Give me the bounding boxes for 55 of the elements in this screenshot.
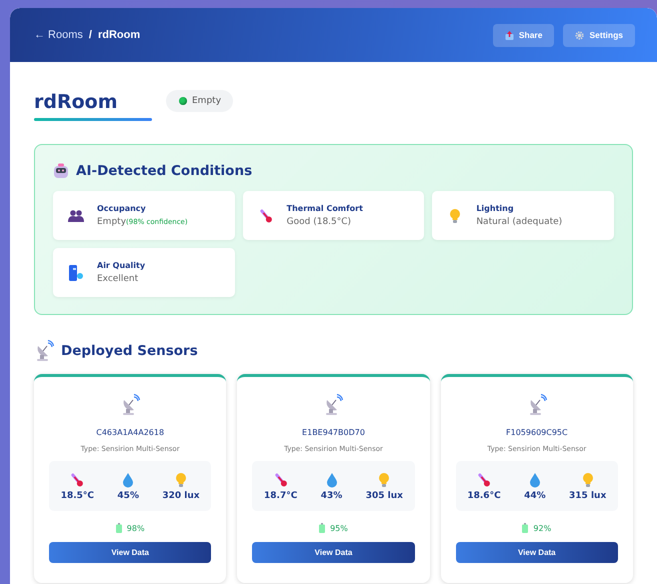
battery-icon xyxy=(116,523,122,533)
temperature-reading: 18.7°C xyxy=(264,490,298,500)
water-drop-icon xyxy=(122,472,134,488)
people-icon xyxy=(68,210,84,222)
thermometer-icon xyxy=(477,472,492,488)
lightbulb-icon xyxy=(174,472,187,488)
sensor-id: C463A1A4A2618 xyxy=(96,428,164,437)
lightbulb-icon xyxy=(378,472,390,488)
satellite-dish-icon xyxy=(323,394,344,416)
battery-icon xyxy=(319,523,326,533)
thermometer-icon xyxy=(70,472,84,488)
light-reading: 315 lux xyxy=(569,490,606,500)
water-drop-icon xyxy=(326,472,338,488)
robot-icon xyxy=(53,163,69,179)
battery-icon xyxy=(522,523,528,533)
condition-value: Natural (adequate) xyxy=(476,217,562,227)
share-icon xyxy=(504,30,514,40)
view-data-button[interactable]: View Data xyxy=(252,542,415,563)
condition-label: Thermal Comfort xyxy=(286,204,363,213)
sensor-id: E1BE947B0D70 xyxy=(302,428,365,437)
gear-icon xyxy=(575,30,584,40)
condition-value: Excellent xyxy=(97,274,140,284)
water-drop-icon xyxy=(528,472,541,488)
satellite-dish-icon xyxy=(34,340,54,362)
condition-label: Lighting xyxy=(476,204,515,213)
air-purifier-icon xyxy=(68,264,84,282)
view-data-button[interactable]: View Data xyxy=(456,542,618,563)
room-title: rdRoom xyxy=(34,90,119,114)
temperature-reading: 18.5°C xyxy=(60,490,94,500)
rooms-link[interactable]: ← Rooms xyxy=(34,29,83,41)
satellite-dish-icon xyxy=(120,394,140,416)
condition-label: Occupancy xyxy=(97,204,147,213)
condition-value: Good (18.5°C) xyxy=(286,217,352,227)
breadcrumb-current: rdRoom xyxy=(98,29,140,41)
humidity-reading: 44% xyxy=(524,490,546,500)
humidity-reading: 43% xyxy=(320,490,342,500)
light-reading: 305 lux xyxy=(366,490,403,500)
battery-level: 98% xyxy=(126,524,145,532)
breadcrumb-separator: / xyxy=(88,29,92,41)
thermometer-icon xyxy=(258,208,273,224)
view-data-button[interactable]: View Data xyxy=(49,542,212,563)
thermometer-icon xyxy=(274,472,288,488)
sensor-id: F1059609C95C xyxy=(506,428,568,437)
temperature-reading: 18.6°C xyxy=(467,490,501,500)
status-text: Empty xyxy=(192,96,222,106)
conditions-heading: AI-Detected Conditions xyxy=(76,163,252,179)
lightbulb-icon xyxy=(582,472,594,488)
battery-level: 92% xyxy=(533,524,552,532)
lightbulb-icon xyxy=(449,208,462,224)
sensors-heading: Deployed Sensors xyxy=(61,343,198,359)
humidity-reading: 45% xyxy=(117,490,139,500)
condition-label: Air Quality xyxy=(97,261,146,270)
status-dot-icon xyxy=(179,97,187,105)
light-reading: 320 lux xyxy=(162,490,200,500)
battery-level: 95% xyxy=(330,524,348,532)
